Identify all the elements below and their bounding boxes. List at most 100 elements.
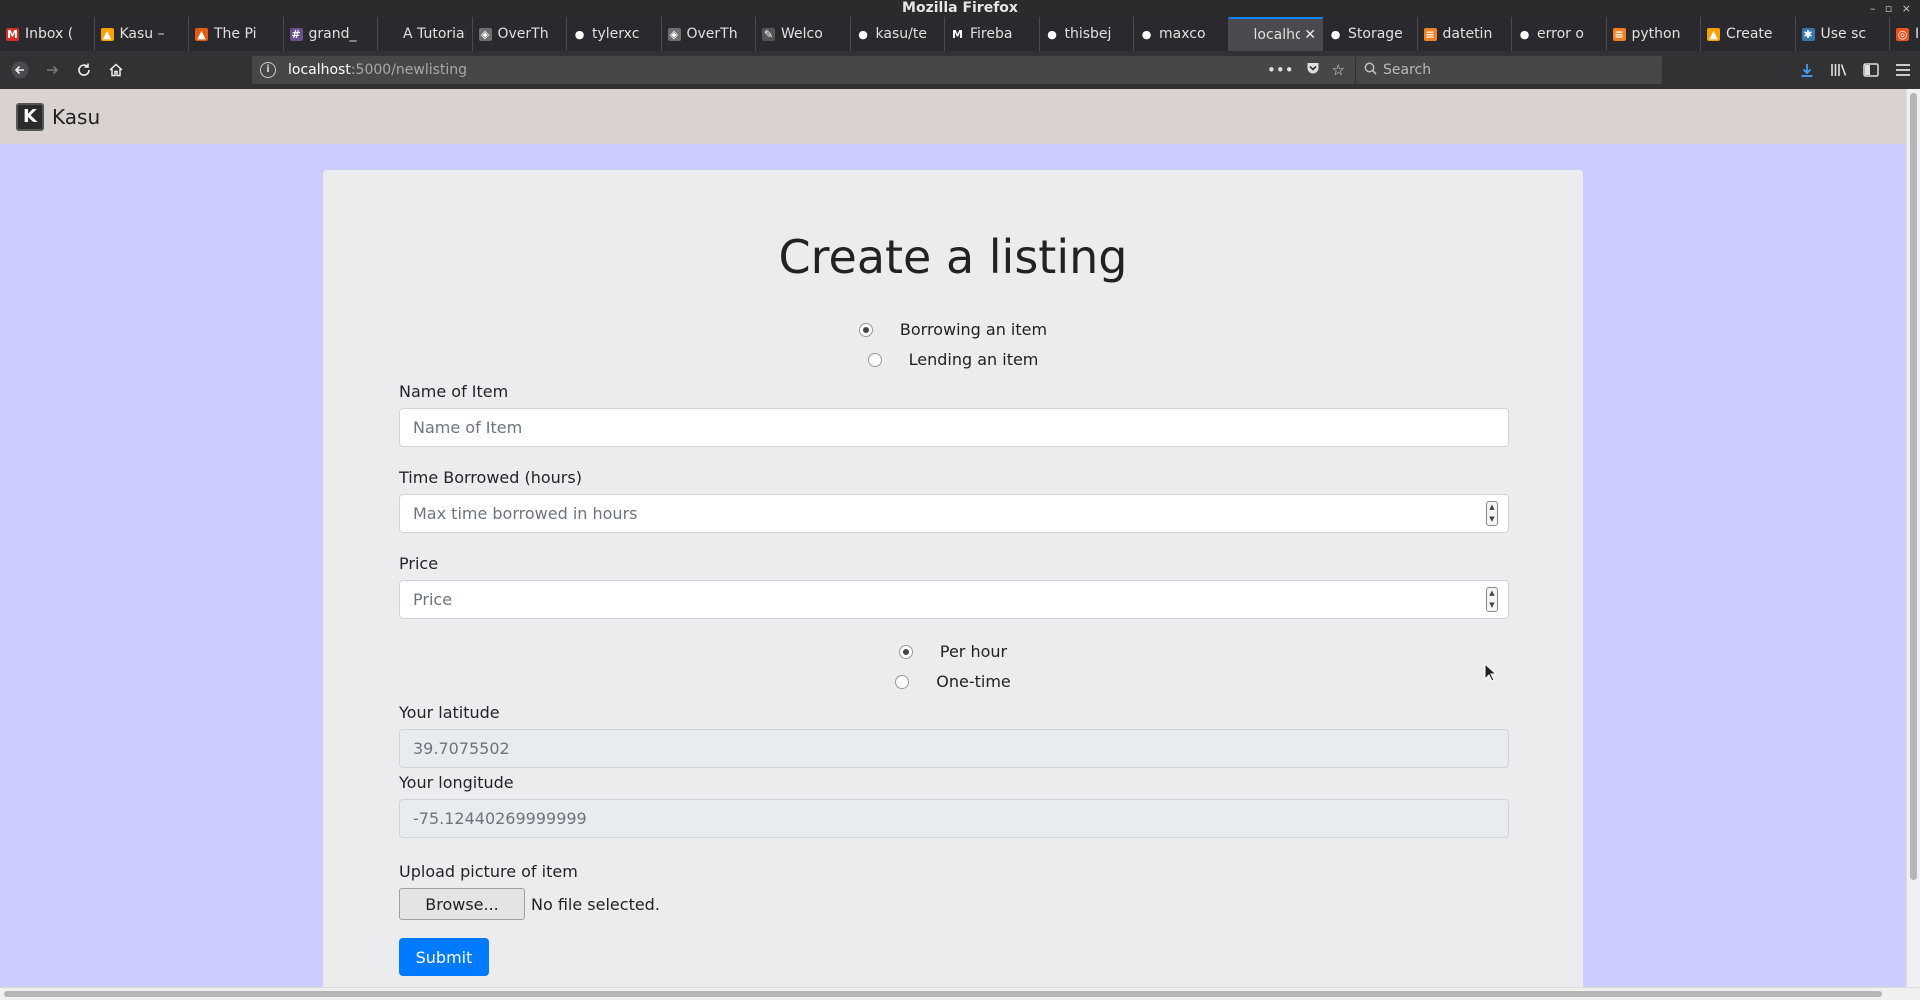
file-status: No file selected. [531, 894, 660, 914]
browser-tab[interactable]: ● Storage [1323, 17, 1418, 51]
search-bar[interactable] [1356, 56, 1662, 84]
menu-icon[interactable] [1892, 59, 1914, 81]
price-type-label: One-time [936, 672, 1011, 691]
spin-up-icon[interactable]: ▲ [1489, 590, 1494, 597]
feather-icon: ✎ [762, 27, 775, 41]
medium-icon: M [951, 27, 964, 41]
browser-tab[interactable]: A Tutorial [378, 17, 473, 51]
home-icon [109, 63, 123, 77]
spin-up-icon[interactable]: ▲ [1489, 504, 1494, 511]
price-input[interactable] [413, 590, 1508, 609]
site-info-icon[interactable]: i [260, 62, 276, 78]
browser-tab[interactable]: # grand_ [284, 17, 378, 51]
browser-tab[interactable]: M Fireba [945, 17, 1040, 51]
page-actions-icon[interactable]: ••• [1267, 61, 1294, 79]
name-input[interactable] [413, 418, 1508, 437]
browser-tab[interactable]: ◎ Introdu [1890, 17, 1920, 51]
vertical-scrollbar[interactable] [1906, 89, 1920, 987]
latitude-field[interactable]: 39.7075502 [399, 729, 1509, 768]
browser-tab[interactable]: ▲ Kasu – [95, 17, 189, 51]
name-label: Name of Item [399, 382, 509, 401]
github-icon: ● [856, 27, 870, 41]
url-bar[interactable]: i localhost:5000/newlisting ••• ☆ [252, 56, 1355, 84]
price-field[interactable]: ▲▼ [399, 580, 1509, 619]
blank-icon [384, 27, 397, 41]
listing-type-option[interactable]: Lending an item [867, 350, 1038, 369]
tab-label: kasu/te [875, 26, 927, 42]
library-icon[interactable] [1828, 59, 1850, 81]
kasu-logo-icon[interactable]: K [16, 102, 44, 131]
window-controls[interactable]: – ▫ × [1870, 0, 1914, 17]
time-input[interactable] [413, 504, 1508, 523]
tab-label: OverTh [686, 26, 738, 42]
time-label: Time Borrowed (hours) [399, 468, 582, 487]
browser-tab[interactable]: ▲ The Pi [189, 17, 284, 51]
close-tab-icon[interactable]: ✕ [1304, 27, 1316, 43]
tab-label: Storage [1348, 26, 1403, 42]
browser-tab[interactable]: ● tylerxc [567, 17, 662, 51]
vertical-scroll-thumb[interactable] [1910, 93, 1917, 880]
browser-tab[interactable]: M Inbox ( [0, 17, 95, 51]
blank-icon [1234, 28, 1248, 42]
radio-button[interactable] [895, 674, 910, 689]
forward-arrow-icon [47, 65, 59, 75]
price-type-option[interactable]: Per hour [898, 642, 1007, 661]
tab-label: python [1631, 26, 1681, 42]
tab-label: Fireba [970, 26, 1013, 42]
tab-label: grand_ [308, 26, 357, 42]
browser-tab[interactable]: ✎ Welco [756, 17, 851, 51]
site-brand[interactable]: Kasu [52, 105, 100, 129]
forward-button[interactable] [36, 55, 68, 85]
tab-label: OverTh [497, 26, 549, 42]
reload-icon [78, 63, 90, 76]
tab-label: maxco [1159, 26, 1206, 42]
reload-button[interactable] [68, 55, 100, 85]
time-spinner[interactable]: ▲ ▼ [1486, 501, 1498, 526]
browser-tab[interactable]: ● kasu/te [851, 17, 945, 51]
name-field[interactable] [399, 408, 1509, 447]
browser-tab[interactable]: localho ✕ [1228, 17, 1323, 51]
github-icon: ● [573, 27, 586, 41]
browser-tab[interactable]: ≡ python [1607, 17, 1701, 51]
pocket-icon[interactable] [1306, 61, 1320, 79]
browser-tab[interactable]: ● maxco [1134, 17, 1229, 51]
listing-type-option[interactable]: Borrowing an item [858, 320, 1048, 339]
tab-strip: M Inbox ( ▲ Kasu – ▲ The Pi # grand_ A Tutorial ◈… [0, 17, 1920, 51]
back-button[interactable] [4, 55, 36, 85]
browser-tab[interactable]: ✱ Use sc [1796, 17, 1890, 51]
search-input[interactable] [1383, 62, 1643, 78]
home-button[interactable] [100, 55, 132, 85]
browser-tab[interactable]: ◈ OverTh [473, 17, 567, 51]
listing-type-radio-group: Borrowing an item Lending an item [323, 320, 1583, 369]
firebase-icon: ▲ [100, 27, 114, 41]
github-icon: ● [1045, 27, 1059, 41]
browser-tab[interactable]: ● error o [1512, 17, 1607, 51]
browser-tab[interactable]: ▲ Create [1701, 17, 1796, 51]
time-field[interactable]: ▲▼ [399, 494, 1509, 533]
longitude-value: -75.12440269999999 [413, 809, 587, 828]
browser-tab[interactable]: ◈ OverTh [662, 17, 756, 51]
longitude-field[interactable]: -75.12440269999999 [399, 799, 1509, 838]
listing-type-label: Borrowing an item [899, 320, 1048, 339]
url-text[interactable]: localhost:5000/newlisting [288, 62, 1267, 78]
radio-button[interactable] [867, 352, 882, 367]
horizontal-scroll-thumb[interactable] [4, 991, 1882, 997]
search-icon [1364, 62, 1377, 79]
browser-tab[interactable]: ≡ datetin [1418, 17, 1512, 51]
downloads-icon[interactable] [1796, 59, 1818, 81]
submit-button[interactable]: Submit [399, 938, 489, 976]
tab-label: Kasu – [119, 26, 165, 42]
browser-tab[interactable]: ● thisbej [1040, 17, 1134, 51]
sidebar-icon[interactable] [1860, 59, 1882, 81]
horizontal-scrollbar[interactable] [0, 987, 1920, 1000]
browse-button[interactable]: Browse... [399, 888, 525, 920]
tab-label: A Tutorial [403, 26, 466, 42]
radio-button[interactable] [858, 322, 873, 337]
radio-button[interactable] [898, 644, 913, 659]
price-type-option[interactable]: One-time [895, 672, 1011, 691]
bookmark-star-icon[interactable]: ☆ [1332, 61, 1345, 79]
navigation-toolbar: i localhost:5000/newlisting ••• ☆ [0, 51, 1920, 89]
spin-down-icon[interactable]: ▼ [1489, 515, 1494, 523]
spin-down-icon[interactable]: ▼ [1489, 601, 1494, 609]
price-spinner[interactable]: ▲ ▼ [1486, 587, 1498, 612]
